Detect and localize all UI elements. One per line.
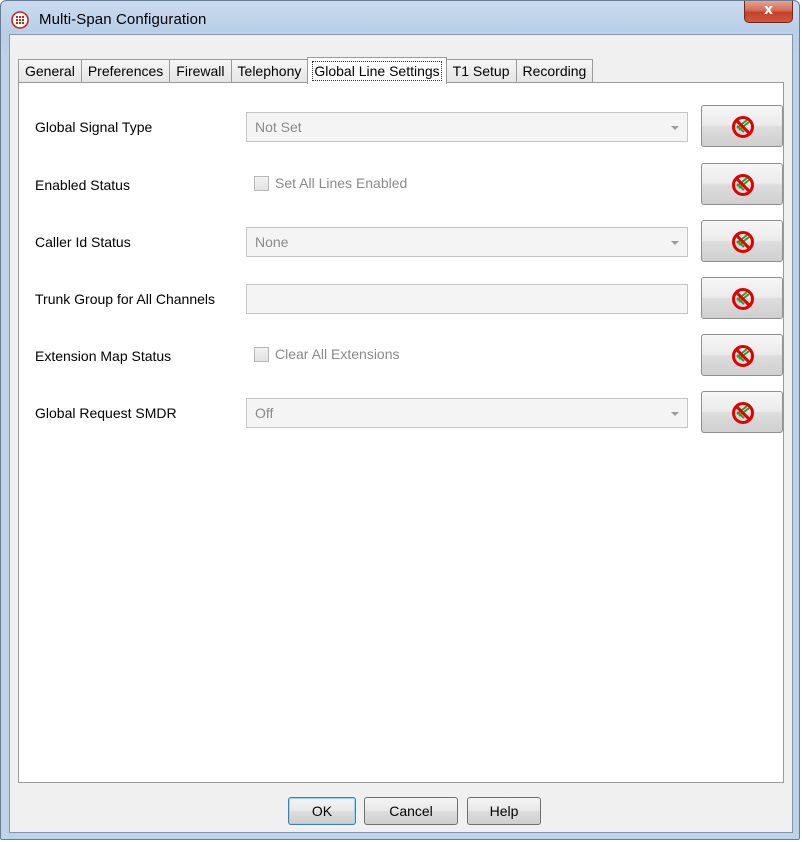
reset-trunk-group-button[interactable] [701, 277, 783, 319]
reset-global-request-smdr-button[interactable] [701, 391, 783, 433]
tab-t1-setup[interactable]: T1 Setup [445, 59, 517, 83]
global-line-settings-panel: Global Signal Type Not Set Enabled Statu… [18, 82, 784, 783]
clear-all-extensions-checkbox[interactable]: Clear All Extensions [254, 346, 400, 362]
global-signal-type-row: Global Signal Type Not Set [19, 105, 783, 149]
chevron-down-icon [671, 412, 679, 416]
set-all-lines-enabled-checkbox[interactable]: Set All Lines Enabled [254, 175, 407, 191]
no-symbol-icon [732, 288, 754, 310]
help-button[interactable]: Help [467, 797, 541, 825]
checkbox-box[interactable] [254, 175, 269, 191]
tab-preferences[interactable]: Preferences [80, 59, 171, 83]
enabled-status-label: Enabled Status [35, 177, 130, 193]
dialog-body: General Preferences Firewall Telephony G… [9, 34, 793, 833]
trunk-group-input[interactable] [246, 284, 688, 314]
window-title: Multi-Span Configuration [39, 11, 207, 28]
clear-all-extensions-label: Clear All Extensions [275, 346, 400, 362]
no-symbol-icon [732, 231, 754, 253]
set-all-lines-enabled-label: Set All Lines Enabled [275, 175, 408, 191]
tab-general[interactable]: General [18, 59, 82, 83]
extension-map-status-label: Extension Map Status [35, 348, 172, 364]
tab-bar: General Preferences Firewall Telephony G… [18, 57, 594, 84]
reset-global-signal-type-button[interactable] [701, 105, 783, 147]
dialog-window: Multi-Span Configuration x General Prefe… [0, 0, 800, 840]
cancel-button[interactable]: Cancel [364, 797, 458, 825]
tab-telephony[interactable]: Telephony [230, 59, 309, 83]
no-symbol-icon [732, 402, 754, 424]
extension-map-status-row: Extension Map Status Clear All Extension… [19, 334, 783, 378]
chevron-down-icon [671, 126, 679, 130]
global-signal-type-select[interactable]: Not Set [246, 112, 688, 142]
telephone-grid-icon [11, 11, 29, 29]
chevron-down-icon [671, 241, 679, 245]
reset-extension-map-status-button[interactable] [701, 334, 783, 376]
ok-button[interactable]: OK [288, 797, 356, 825]
close-icon: x [763, 2, 774, 18]
global-request-smdr-value: Off [255, 405, 274, 421]
global-signal-type-value: Not Set [255, 119, 302, 135]
no-symbol-icon [732, 116, 754, 138]
dialog-button-bar: OK Cancel Help [18, 789, 784, 829]
reset-enabled-status-button[interactable] [701, 163, 783, 205]
global-request-smdr-select[interactable]: Off [246, 398, 688, 428]
tab-firewall[interactable]: Firewall [169, 59, 232, 83]
caller-id-status-select[interactable]: None [246, 227, 688, 257]
close-button[interactable]: x [744, 1, 793, 23]
checkbox-box[interactable] [254, 346, 269, 362]
tab-recording[interactable]: Recording [515, 59, 594, 83]
enabled-status-row: Enabled Status Set All Lines Enabled [19, 163, 783, 207]
caller-id-status-label: Caller Id Status [35, 234, 131, 250]
global-request-smdr-label: Global Request SMDR [35, 405, 177, 421]
title-bar[interactable]: Multi-Span Configuration x [1, 1, 799, 37]
global-signal-type-label: Global Signal Type [35, 119, 153, 135]
no-symbol-icon [732, 174, 754, 196]
no-symbol-icon [732, 345, 754, 367]
caller-id-status-value: None [255, 234, 289, 250]
reset-caller-id-status-button[interactable] [701, 220, 783, 262]
trunk-group-row: Trunk Group for All Channels [19, 277, 783, 321]
global-request-smdr-row: Global Request SMDR Off [19, 391, 783, 435]
tab-global-line-settings[interactable]: Global Line Settings [307, 57, 447, 84]
trunk-group-label: Trunk Group for All Channels [35, 291, 216, 307]
caller-id-status-row: Caller Id Status None [19, 220, 783, 264]
